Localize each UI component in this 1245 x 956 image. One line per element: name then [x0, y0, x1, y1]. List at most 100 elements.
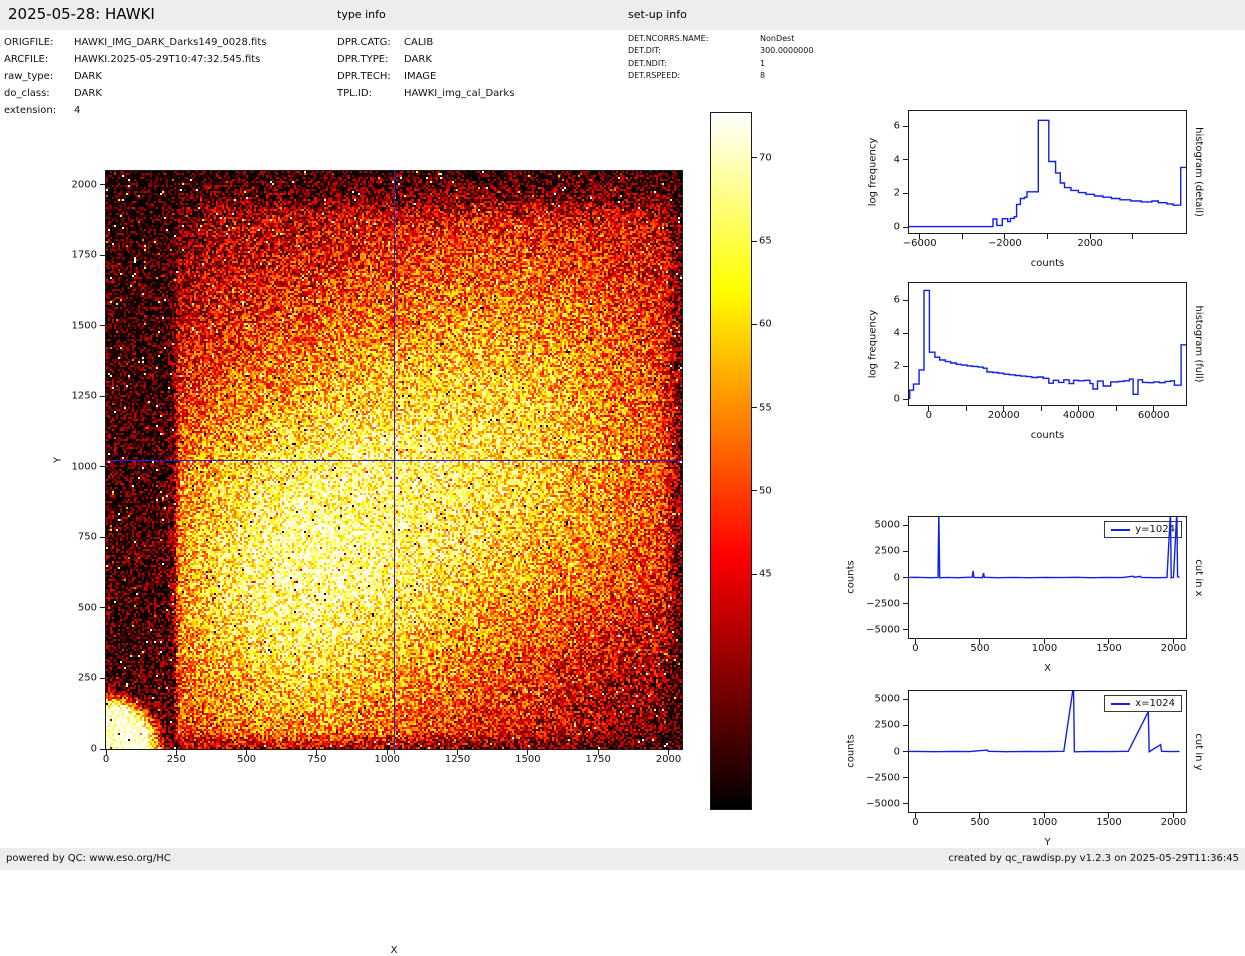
y-tick-label: 1500 [72, 320, 97, 331]
data-line-series [909, 691, 1186, 812]
x-tick-label: 20000 [988, 410, 1020, 421]
crosshair-horizontal-line [106, 460, 682, 461]
info-row: DPR.TYPE:DARK [337, 51, 514, 68]
y-tick [903, 333, 908, 334]
type-info-block: DPR.CATG:CALIBDPR.TYPE:DARKDPR.TECH:IMAG… [337, 34, 514, 102]
colorbar-tick [752, 157, 757, 158]
x-tick [1132, 234, 1133, 239]
y-tick-label: 2000 [72, 179, 97, 190]
y-tick-label: −2500 [866, 598, 900, 609]
info-label: raw_type: [4, 68, 74, 85]
y-tick-label: 1250 [72, 391, 97, 402]
y-tick-label: 6 [894, 121, 900, 132]
info-row: DET.NCORRS.NAME:NonDest [628, 33, 813, 45]
info-value: HAWKI_img_cal_Darks [404, 85, 514, 102]
y-tick [903, 300, 908, 301]
cut-x-ylabel: counts [846, 560, 857, 593]
setup-info-block: DET.NCORRS.NAME:NonDestDET.DIT:300.00000… [628, 33, 813, 83]
cut-x-xlabel: X [909, 663, 1186, 674]
hist-full-right-label: histogram (full) [1193, 305, 1204, 382]
x-tick-label: 250 [167, 754, 186, 765]
page-title: 2025-05-28: HAWKI [8, 5, 155, 23]
colorbar-tick [752, 574, 757, 575]
y-tick [903, 577, 908, 578]
y-tick-label: 4 [894, 328, 900, 339]
colorbar-tick-label: 55 [759, 402, 772, 413]
type-info-heading: type info [337, 8, 386, 21]
info-row: DPR.CATG:CALIB [337, 34, 514, 51]
y-tick-label: 0 [894, 746, 900, 757]
y-tick-label: −5000 [866, 798, 900, 809]
data-line-series [909, 111, 1186, 233]
x-tick-label: 40000 [1063, 410, 1095, 421]
y-tick-label: 2 [894, 361, 900, 372]
x-tick-label: 1250 [445, 754, 470, 765]
info-label: TPL.ID: [337, 85, 404, 102]
cut-in-y-plot: Y counts cut in y x=1024 050010001500200… [908, 690, 1187, 813]
cut-y-right-label: cut in y [1193, 733, 1204, 770]
info-label: ORIGFILE: [4, 34, 74, 51]
info-row: ARCFILE:HAWKI.2025-05-29T10:47:32.545.fi… [4, 51, 267, 68]
y-tick [100, 607, 105, 608]
info-label: DET.NDIT: [628, 58, 760, 70]
info-label: DET.NCORRS.NAME: [628, 33, 760, 45]
y-tick [100, 537, 105, 538]
info-label: extension: [4, 102, 74, 119]
colorbar-tick-label: 50 [759, 485, 772, 496]
cut-y-xlabel: Y [909, 837, 1186, 848]
cut-y-ylabel: counts [846, 734, 857, 767]
x-tick-label: 1000 [1032, 817, 1057, 828]
x-tick [1116, 406, 1117, 411]
y-tick-label: 0 [894, 572, 900, 583]
info-row: DPR.TECH:IMAGE [337, 68, 514, 85]
y-tick-label: 0 [894, 394, 900, 405]
x-tick-label: 0 [912, 817, 918, 828]
info-label: ARCFILE: [4, 51, 74, 68]
y-tick [903, 399, 908, 400]
x-tick-label: 0 [103, 754, 109, 765]
x-tick-label: 2000 [1161, 817, 1186, 828]
hist-full-ylabel: log frequency [868, 310, 879, 379]
hist-detail-ylabel: log frequency [868, 138, 879, 207]
x-tick-label: 1500 [515, 754, 540, 765]
x-tick [966, 406, 967, 411]
x-tick-label: 0 [912, 643, 918, 654]
y-tick-label: 2500 [875, 720, 900, 731]
y-tick-label: 5000 [875, 694, 900, 705]
info-row: ORIGFILE:HAWKI_IMG_DARK_Darks149_0028.fi… [4, 34, 267, 51]
y-tick [903, 126, 908, 127]
footer-powered-by: powered by QC: www.eso.org/HC [6, 853, 171, 864]
y-tick [100, 466, 105, 467]
x-tick-label: 1000 [1032, 643, 1057, 654]
y-tick [100, 184, 105, 185]
colorbar-tick [752, 241, 757, 242]
y-tick-label: 2 [894, 188, 900, 199]
main-yaxis-label: Y [53, 457, 64, 463]
y-tick [903, 629, 908, 630]
histogram-full-plot: counts log frequency histogram (full) 02… [908, 282, 1187, 406]
y-tick [903, 603, 908, 604]
info-row: DET.RSPEED:8 [628, 70, 813, 82]
info-row: DET.NDIT:1 [628, 58, 813, 70]
colorbar-tick [752, 407, 757, 408]
y-tick [903, 777, 908, 778]
y-tick-label: −5000 [866, 624, 900, 635]
y-tick [903, 193, 908, 194]
y-tick-label: 4 [894, 154, 900, 165]
y-tick [903, 366, 908, 367]
colorbar-tick-label: 45 [759, 569, 772, 580]
x-tick-label: 1500 [1096, 643, 1121, 654]
y-tick-label: 1750 [72, 250, 97, 261]
y-tick [903, 751, 908, 752]
x-tick-label: 60000 [1138, 410, 1170, 421]
info-value: IMAGE [404, 68, 436, 85]
x-tick-label: 2000 [1161, 643, 1186, 654]
info-label: do_class: [4, 85, 74, 102]
x-tick-label: 750 [307, 754, 326, 765]
x-tick [962, 234, 963, 239]
hist-detail-xlabel: counts [909, 258, 1186, 269]
x-tick-label: 500 [237, 754, 256, 765]
y-tick [100, 678, 105, 679]
x-tick-label: 1500 [1096, 817, 1121, 828]
colorbar-tick-label: 65 [759, 236, 772, 247]
